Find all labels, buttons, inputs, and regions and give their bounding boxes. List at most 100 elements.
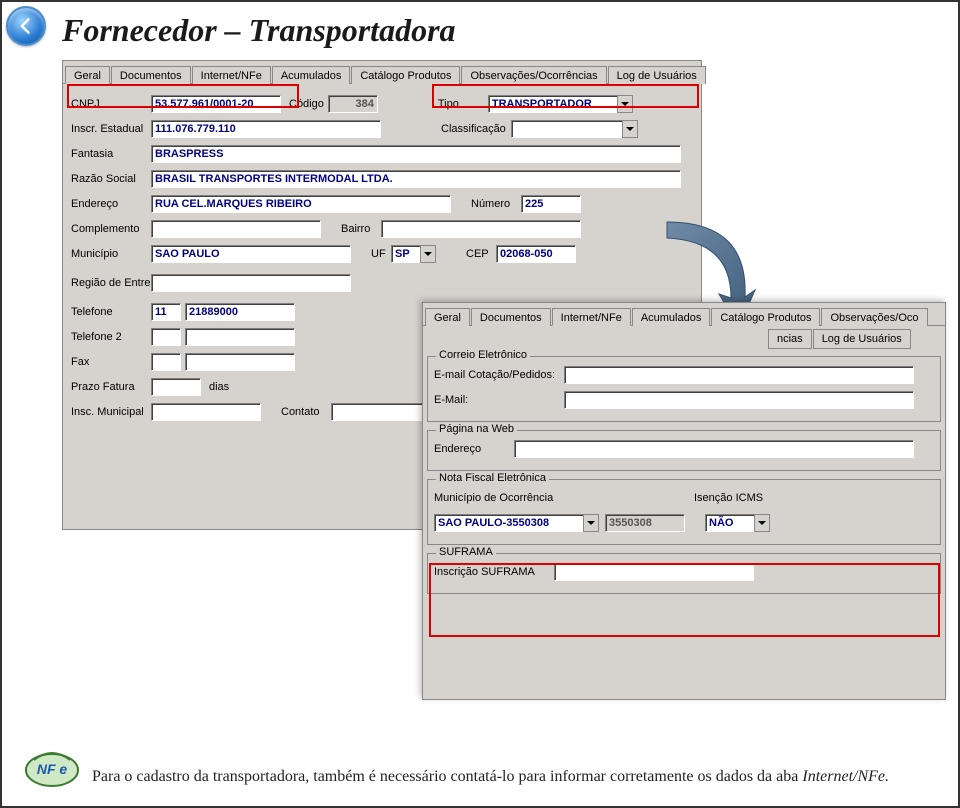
lbl-numero: Número	[471, 198, 521, 210]
field-municipio[interactable]: SAO PAULO	[151, 245, 351, 263]
group-nfe: Nota Fiscal Eletrônica Município de Ocor…	[427, 479, 941, 545]
field-numero[interactable]: 225	[521, 195, 581, 213]
field-prazo[interactable]	[151, 378, 201, 396]
field-email-cot[interactable]	[564, 366, 914, 384]
lbl-fax: Fax	[71, 356, 151, 368]
arrow-left-icon	[16, 16, 36, 36]
group-suframa-title: SUFRAMA	[436, 546, 496, 558]
lbl-web-endereco: Endereço	[434, 443, 514, 455]
field-email[interactable]	[564, 391, 914, 409]
field-web-endereco[interactable]	[514, 440, 914, 458]
lbl-insc-mun: Insc. Municipal	[71, 406, 151, 418]
lbl-inscr-suframa: Inscrição SUFRAMA	[434, 566, 554, 578]
lbl-email: E-Mail:	[434, 394, 564, 406]
tab-catalogo[interactable]: Catálogo Produtos	[351, 66, 460, 84]
field-bairro[interactable]	[381, 220, 581, 238]
field-tel2-ddd[interactable]	[151, 328, 181, 346]
group-nfe-title: Nota Fiscal Eletrônica	[436, 472, 549, 484]
lbl-codigo: Código	[289, 98, 328, 110]
tab2-geral[interactable]: Geral	[425, 308, 470, 326]
tab2-documentos[interactable]: Documentos	[471, 308, 551, 326]
tab2-observacoes[interactable]: Observações/Oco	[821, 308, 927, 326]
chevron-down-icon	[754, 514, 770, 532]
tab-geral[interactable]: Geral	[65, 66, 110, 84]
lbl-tipo: Tipo	[438, 98, 488, 110]
field-fax-num[interactable]	[185, 353, 295, 371]
lbl-regiao: Região de Entrega	[71, 277, 151, 289]
tab-documentos[interactable]: Documentos	[111, 66, 191, 84]
field-contato[interactable]	[331, 403, 431, 421]
group-web: Página na Web Endereço	[427, 430, 941, 471]
lbl-fantasia: Fantasia	[71, 148, 151, 160]
lbl-inscr-est: Inscr. Estadual	[71, 123, 151, 135]
lbl-uf: UF	[371, 248, 391, 260]
tab2-log[interactable]: Log de Usuários	[813, 329, 911, 349]
chevron-down-icon	[420, 245, 436, 263]
tabs-panel2: Geral Documentos Internet/NFe Acumulados…	[423, 303, 945, 326]
field-endereco[interactable]: RUA CEL.MARQUES RIBEIRO	[151, 195, 451, 213]
field-cep[interactable]: 02068-050	[496, 245, 576, 263]
chevron-down-icon	[583, 514, 599, 532]
lbl-razao: Razão Social	[71, 173, 151, 185]
lbl-contato: Contato	[281, 406, 331, 418]
tab2-acumulados[interactable]: Acumulados	[632, 308, 711, 326]
field-fax-ddd[interactable]	[151, 353, 181, 371]
tab-internet-nfe[interactable]: Internet/NFe	[192, 66, 271, 84]
page-title: Fornecedor – Transportadora	[62, 12, 456, 49]
lbl-complemento: Complemento	[71, 223, 151, 235]
group-suframa: SUFRAMA Inscrição SUFRAMA	[427, 553, 941, 594]
field-fantasia[interactable]: BRASPRESS	[151, 145, 681, 163]
field-regiao[interactable]	[151, 274, 351, 292]
group-correio-title: Correio Eletrônico	[436, 349, 530, 361]
lbl-cnpj: CNPJ	[71, 98, 151, 110]
nfe-logo-icon: NF e	[24, 746, 80, 788]
field-tel-num[interactable]: 21889000	[185, 303, 295, 321]
footnote-text: Para o cadastro da transportadora, també…	[92, 768, 802, 785]
lbl-isencao: Isenção ICMS	[694, 492, 794, 504]
field-uf: SP	[391, 245, 421, 263]
back-button[interactable]	[6, 6, 46, 46]
lbl-telefone: Telefone	[71, 306, 151, 318]
tabs-panel1: Geral Documentos Internet/NFe Acumulados…	[63, 61, 701, 84]
field-complemento[interactable]	[151, 220, 321, 238]
field-mun-code: 3550308	[605, 514, 685, 532]
combo-tipo[interactable]: TRANSPORTADOR	[488, 95, 633, 113]
lbl-prazo: Prazo Fatura	[71, 381, 151, 393]
lbl-endereco: Endereço	[71, 198, 151, 210]
combo-uf[interactable]: SP	[391, 245, 436, 263]
lbl-bairro: Bairro	[341, 223, 381, 235]
tab-log[interactable]: Log de Usuários	[608, 66, 706, 84]
footnote: Para o cadastro da transportadora, també…	[92, 767, 938, 788]
field-insc-mun[interactable]	[151, 403, 261, 421]
svg-text:NF e: NF e	[37, 761, 68, 777]
lbl-classificacao: Classificação	[441, 123, 511, 135]
field-isencao: NÃO	[705, 514, 755, 532]
field-cnpj[interactable]: 53.577.961/0001-20	[151, 95, 281, 113]
lbl-mun-ocorrencia: Município de Ocorrência	[434, 492, 694, 504]
field-codigo: 384	[328, 95, 378, 113]
field-tel-ddd[interactable]: 11	[151, 303, 181, 321]
combo-mun-ocorrencia[interactable]: SAO PAULO-3550308	[434, 514, 599, 532]
field-tel2-num[interactable]	[185, 328, 295, 346]
field-razao[interactable]: BRASIL TRANSPORTES INTERMODAL LTDA.	[151, 170, 681, 188]
combo-isencao[interactable]: NÃO	[705, 514, 770, 532]
tab-acumulados[interactable]: Acumulados	[272, 66, 351, 84]
lbl-email-cot: E-mail Cotação/Pedidos:	[434, 369, 564, 381]
lbl-dias: dias	[209, 381, 233, 393]
group-correio: Correio Eletrônico E-mail Cotação/Pedido…	[427, 356, 941, 422]
tabs-panel2-row2: ncias Log de Usuários	[423, 326, 945, 348]
combo-classificacao[interactable]	[511, 120, 638, 138]
chevron-down-icon	[617, 95, 633, 113]
footnote-em: Internet/NFe.	[802, 768, 889, 785]
slide-frame: Fornecedor – Transportadora Geral Docume…	[0, 0, 960, 808]
tab2-catalogo[interactable]: Catálogo Produtos	[711, 308, 820, 326]
tab-observacoes[interactable]: Observações/Ocorrências	[461, 66, 606, 84]
field-inscr-est[interactable]: 111.076.779.110	[151, 120, 381, 138]
group-web-title: Página na Web	[436, 423, 517, 435]
tab2-internet-nfe[interactable]: Internet/NFe	[552, 308, 631, 326]
lbl-municipio: Município	[71, 248, 151, 260]
panel-internet-nfe: Geral Documentos Internet/NFe Acumulados…	[422, 302, 946, 700]
tab2-observacoes-tail[interactable]: ncias	[768, 329, 812, 349]
field-inscr-suframa[interactable]	[554, 563, 754, 581]
field-tipo: TRANSPORTADOR	[488, 95, 618, 113]
